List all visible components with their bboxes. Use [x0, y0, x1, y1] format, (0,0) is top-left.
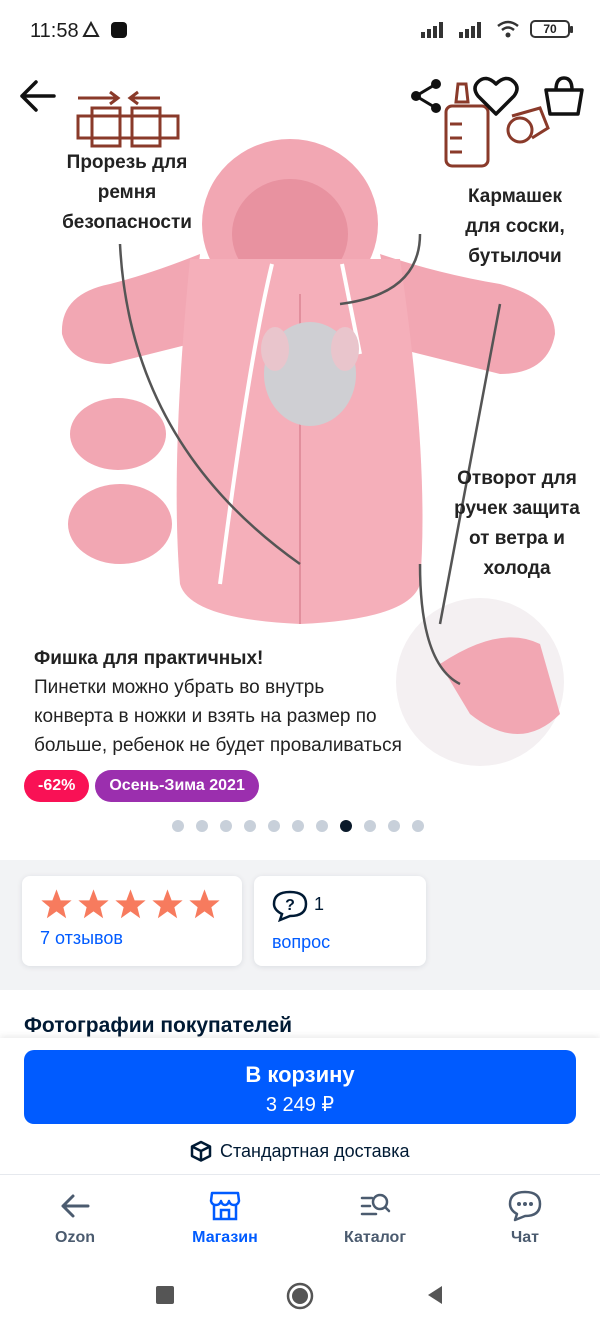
cart-button-label: В корзину	[245, 1062, 355, 1087]
pagination-dot[interactable]	[316, 820, 328, 832]
cart-button-price: 3 249 ₽	[265, 1094, 335, 1116]
customer-photos-title: Фотографии покупателей	[24, 1014, 293, 1037]
add-to-cart-button[interactable]: В корзину 3 249 ₽	[24, 1050, 576, 1124]
star-icon	[78, 889, 109, 919]
chat-icon	[508, 1190, 542, 1222]
bottom-nav: Ozon Магазин Каталог Чат	[0, 1174, 600, 1268]
delivery-info: Стандартная доставка	[190, 1140, 409, 1162]
status-time: 11:58	[30, 20, 79, 42]
nav-label-chat: Чат	[511, 1229, 539, 1246]
battery-icon: 70	[530, 20, 573, 38]
callout-cuffs: Отворот для ручек защита от ветра и холо…	[454, 468, 580, 579]
rating-card[interactable]: 7 отзывов	[22, 876, 242, 966]
badges: -62% Осень-Зима 2021	[24, 770, 259, 802]
pagination-dot[interactable]	[292, 820, 304, 832]
star-icon	[189, 889, 220, 919]
svg-text:?: ?	[285, 897, 295, 914]
gallery-pagination[interactable]	[172, 820, 424, 832]
wifi-icon	[497, 20, 519, 38]
callout-belt-slot: Прорезь для ремня безопасности	[62, 152, 192, 233]
nav-item-ozon[interactable]: Ozon	[15, 1189, 135, 1247]
share-icon[interactable]	[406, 76, 446, 116]
nav-label-ozon: Ozon	[55, 1229, 95, 1246]
system-back-icon[interactable]	[424, 1284, 446, 1306]
seatbelt-icon	[76, 90, 180, 148]
back-arrow-icon	[61, 1194, 90, 1218]
status-left-icons	[82, 21, 128, 39]
star-icon	[41, 889, 72, 919]
no-sim-warning-icon	[82, 21, 100, 37]
catalog-search-icon	[360, 1193, 391, 1216]
notification-square-icon	[111, 22, 127, 38]
pagination-dot[interactable]	[244, 820, 256, 832]
nav-item-store[interactable]: Магазин	[165, 1189, 285, 1247]
callout-pocket: Кармашек для соски, бутылочи	[465, 186, 565, 267]
system-nav-bar	[0, 1268, 600, 1332]
product-tip: Фишка для практичных! Пинетки можно убра…	[34, 644, 404, 774]
question-card[interactable]: ? 1 вопрос	[254, 876, 426, 966]
reviews-link[interactable]: 7 отзывов	[40, 928, 123, 949]
store-icon	[209, 1191, 241, 1221]
signal-icon	[459, 22, 481, 38]
signal-icon	[421, 22, 443, 38]
reviews-summary: 7 отзывов ? 1 вопрос	[0, 860, 600, 990]
tip-title: Фишка для практичных!	[34, 648, 264, 669]
status-bar: 11:58 70	[0, 0, 600, 64]
nav-item-chat[interactable]: Чат	[465, 1189, 585, 1247]
nav-label-catalog: Каталог	[344, 1229, 406, 1246]
star-icon	[152, 889, 183, 919]
pagination-dot[interactable]	[172, 820, 184, 832]
box-icon	[190, 1140, 212, 1162]
delivery-label: Стандартная доставка	[220, 1140, 410, 1161]
season-badge: Осень-Зима 2021	[95, 770, 259, 802]
tip-text: Пинетки можно убрать во внутрь конверта …	[34, 677, 402, 756]
discount-badge: -62%	[24, 770, 90, 802]
home-icon[interactable]	[286, 1282, 314, 1310]
pagination-dot[interactable]	[268, 820, 280, 832]
cart-area: В корзину 3 249 ₽ Стандартная доставка	[0, 1038, 600, 1174]
recents-icon[interactable]	[154, 1284, 176, 1306]
pagination-dot[interactable]	[364, 820, 376, 832]
status-right-icons: 70	[420, 20, 573, 38]
pagination-dot-active[interactable]	[340, 820, 352, 832]
pagination-dot[interactable]	[220, 820, 232, 832]
back-arrow-icon[interactable]	[16, 74, 60, 118]
star-icon	[115, 889, 146, 919]
question-bubble-icon: ?	[272, 890, 308, 922]
shopping-bag-icon[interactable]	[540, 74, 588, 118]
pagination-dot[interactable]	[196, 820, 208, 832]
pagination-dot[interactable]	[412, 820, 424, 832]
star-rating	[40, 888, 221, 921]
nav-label-store: Магазин	[192, 1229, 258, 1246]
nav-item-catalog[interactable]: Каталог	[315, 1189, 435, 1247]
heart-icon[interactable]	[472, 74, 520, 118]
product-image-gallery[interactable]: Прорезь для ремня безопасности Кармашек …	[0, 64, 600, 844]
question-count: 1	[314, 894, 325, 914]
question-link[interactable]: вопрос	[272, 932, 330, 953]
pagination-dot[interactable]	[388, 820, 400, 832]
